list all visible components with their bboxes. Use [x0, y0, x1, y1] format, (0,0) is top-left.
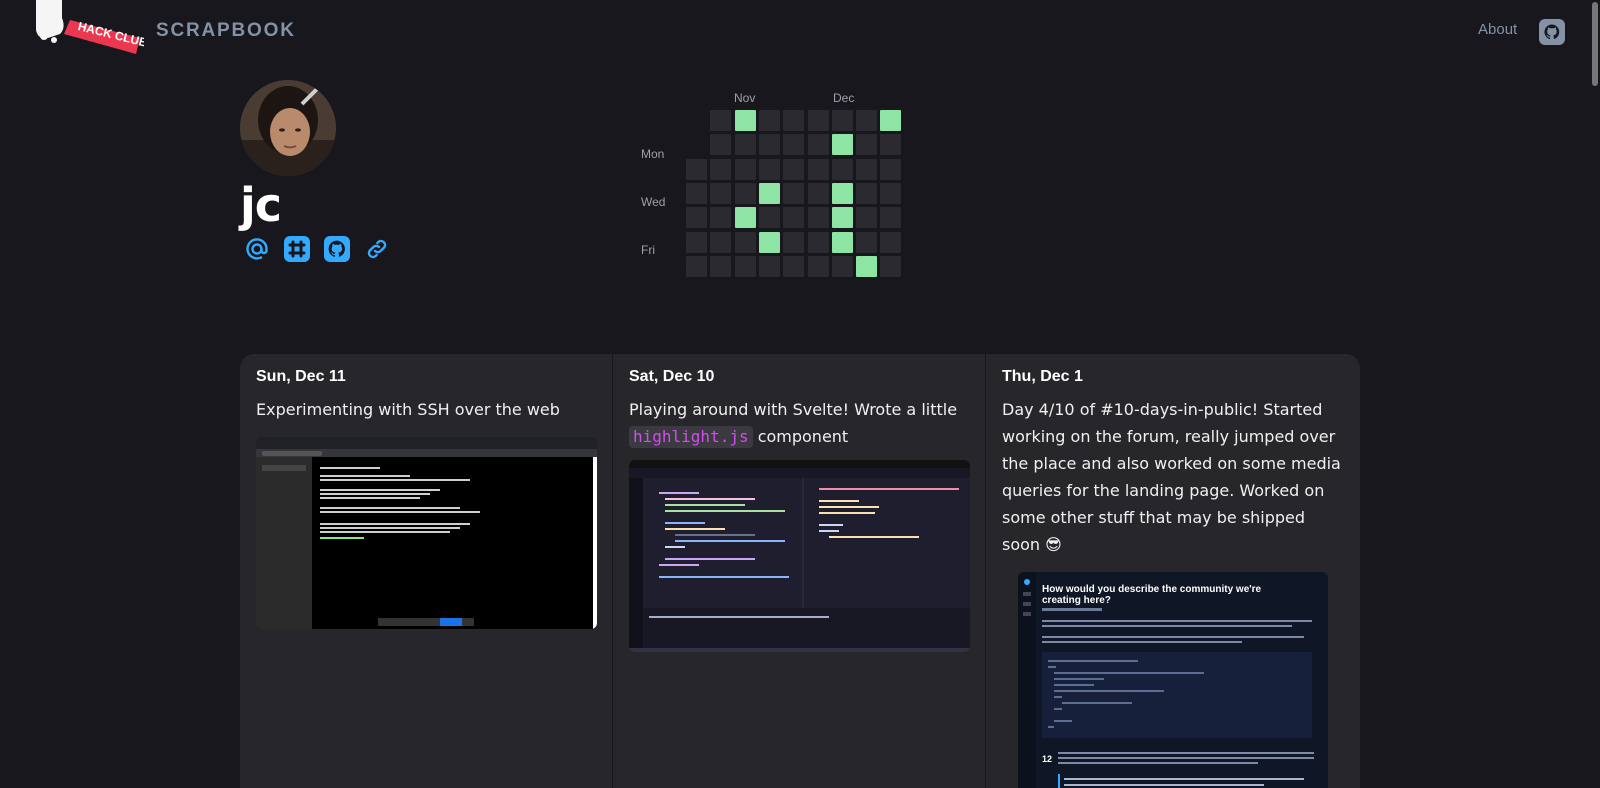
- image-title-line: creating here?: [1042, 595, 1111, 606]
- heatmap-cell: [880, 182, 902, 204]
- posts-grid: Sun, Dec 11 Experimenting with SSH over …: [240, 354, 1360, 788]
- heatmap-cell: [831, 255, 853, 277]
- post-image[interactable]: [629, 460, 970, 652]
- website-link-icon[interactable]: [364, 236, 390, 262]
- heatmap-cell: [880, 255, 902, 277]
- heatmap-cell: [831, 158, 853, 180]
- heatmap-cell: [783, 207, 805, 229]
- heatmap-cell: [856, 207, 878, 229]
- heatmap-cell: [734, 158, 756, 180]
- post-text: Experimenting with SSH over the web: [256, 400, 560, 419]
- heatmap-cell: [807, 207, 829, 229]
- post-card[interactable]: Sun, Dec 11 Experimenting with SSH over …: [240, 354, 613, 788]
- heatmap-cell: [686, 182, 707, 204]
- heatmap-cell: [710, 134, 732, 156]
- heatmap-cell: [807, 110, 829, 131]
- scrapbook-brand[interactable]: SCRAPBOOK: [156, 20, 296, 42]
- heatmap-cell: [783, 158, 805, 180]
- heatmap-cell: [734, 110, 756, 131]
- heatmap-cell: [686, 231, 707, 253]
- username: jc: [240, 178, 282, 232]
- post-text: Day 4/10 of #10-days-in-public! Started …: [1002, 396, 1344, 558]
- heatmap-cell: [880, 158, 902, 180]
- heatmap-cell: [807, 182, 829, 204]
- heatmap-cell: [831, 110, 853, 131]
- heatmap-cell: [710, 255, 732, 277]
- heatmap-month-label: Dec: [833, 91, 855, 105]
- heatmap-cell: [783, 231, 805, 253]
- scrollbar[interactable]: [1592, 2, 1598, 86]
- heatmap-day-label: Wed: [641, 195, 666, 209]
- heatmap-cell: [710, 182, 732, 204]
- heatmap-cell: [783, 110, 805, 131]
- heatmap-cell: [734, 255, 756, 277]
- post-card[interactable]: Sat, Dec 10 Playing around with Svelte! …: [613, 354, 986, 788]
- heatmap-cell: [710, 231, 732, 253]
- post-text: Playing around with Svelte! Wrote a litt…: [629, 396, 969, 450]
- heatmap-cell: [734, 134, 756, 156]
- heatmap-cell: [856, 255, 878, 277]
- vote-count: 12: [1042, 754, 1052, 764]
- slack-icon[interactable]: [284, 236, 310, 262]
- emoji: 😎: [1045, 535, 1062, 554]
- hack-club-logo[interactable]: HACK CLUB: [32, 0, 149, 56]
- heatmap-cell: [734, 231, 756, 253]
- heatmap-cell: [807, 134, 829, 156]
- github-icon[interactable]: [1539, 19, 1565, 45]
- heatmap-cell: [734, 182, 756, 204]
- heatmap-cell: [758, 231, 780, 253]
- heatmap-cell: [880, 231, 902, 253]
- heatmap-cell: [710, 158, 732, 180]
- heatmap-cell: [880, 207, 902, 229]
- heatmap-cell: [734, 207, 756, 229]
- heatmap-month-label: Nov: [734, 91, 756, 105]
- heatmap-cell: [686, 255, 707, 277]
- heatmap-cell: [856, 134, 878, 156]
- post-image[interactable]: How would you describe the community we'…: [1018, 572, 1328, 788]
- heatmap-cell: [758, 255, 780, 277]
- profile-links: [244, 236, 390, 262]
- post-text-part: Playing around with Svelte! Wrote a litt…: [629, 400, 958, 419]
- email-icon[interactable]: [244, 236, 270, 262]
- heatmap-day-label: Mon: [641, 147, 665, 161]
- heatmap-cell: [856, 231, 878, 253]
- post-date[interactable]: Sun, Dec 11: [256, 368, 596, 386]
- heatmap-cell: [856, 182, 878, 204]
- heatmap-cell: [880, 110, 902, 131]
- heatmap-cell: [831, 182, 853, 204]
- post-image[interactable]: [256, 437, 597, 629]
- heatmap-cell: [831, 134, 853, 156]
- heatmap-cell: [758, 207, 780, 229]
- heatmap-cell: [856, 158, 878, 180]
- heatmap-cell: [686, 158, 707, 180]
- heatmap-cell: [807, 158, 829, 180]
- heatmap-cell: [710, 207, 732, 229]
- post-date[interactable]: Sat, Dec 10: [629, 368, 969, 386]
- about-link[interactable]: About: [1478, 21, 1517, 38]
- heatmap-cell: [783, 182, 805, 204]
- heatmap-cell: [783, 255, 805, 277]
- post-text-part: component: [757, 427, 849, 446]
- heatmap-cell: [783, 134, 805, 156]
- heatmap-cell: [758, 158, 780, 180]
- heatmap-cell: [807, 255, 829, 277]
- github-icon[interactable]: [324, 236, 350, 262]
- image-title-line: How would you describe the community we'…: [1042, 584, 1262, 595]
- heatmap-cell: [831, 207, 853, 229]
- avatar: [240, 80, 336, 176]
- heatmap-cell: [758, 110, 780, 131]
- post-text-part: Day 4/10 of #10-days-in-public! Started …: [1002, 400, 1341, 554]
- heatmap-cell: [758, 134, 780, 156]
- heatmap-cell: [686, 207, 707, 229]
- heatmap-cell: [758, 182, 780, 204]
- heatmap-cell: [856, 110, 878, 131]
- heatmap-cell: [807, 231, 829, 253]
- inline-code: highlight.js: [629, 426, 753, 448]
- heatmap-day-label: Fri: [641, 243, 655, 257]
- heatmap-cell: [831, 231, 853, 253]
- heatmap-cell: [880, 134, 902, 156]
- post-date[interactable]: Thu, Dec 1: [1002, 368, 1344, 386]
- post-card[interactable]: Thu, Dec 1 Day 4/10 of #10-days-in-publi…: [986, 354, 1360, 788]
- heatmap-cell: [710, 110, 732, 131]
